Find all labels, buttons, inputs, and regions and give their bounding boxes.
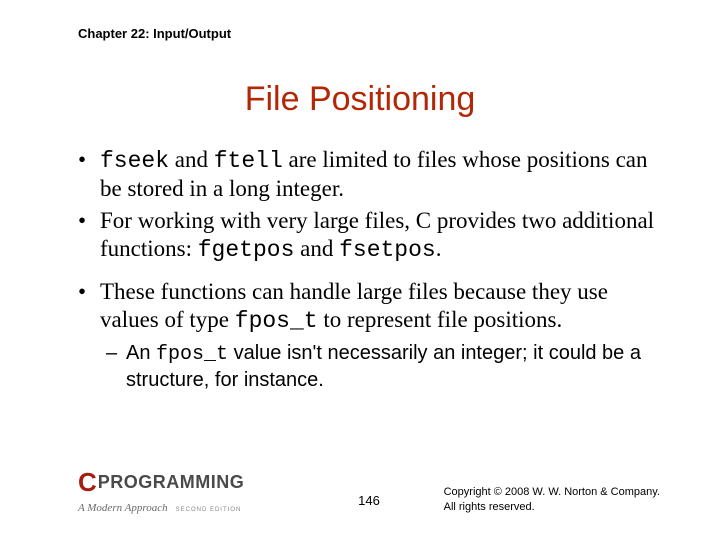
logo-subtitle: A Modern Approach (78, 502, 168, 514)
text: and (294, 236, 339, 261)
code-fseek: fseek (100, 148, 169, 174)
slide-title: File Positioning (0, 80, 720, 119)
footer: C PROGRAMMING A Modern Approach SECOND E… (78, 474, 660, 522)
logo-programming: PROGRAMMING (98, 472, 245, 493)
bullet-3: These functions can handle large files b… (78, 278, 660, 335)
code-fpos-t: fpos_t (235, 308, 318, 334)
logo-top-row: C PROGRAMMING (78, 467, 244, 498)
copyright-block: Copyright © 2008 W. W. Norton & Company.… (444, 485, 660, 514)
copyright-line-2: All rights reserved. (444, 500, 660, 514)
bullet-1: fseek and ftell are limited to files who… (78, 146, 660, 203)
code-fgetpos: fgetpos (198, 237, 295, 263)
text: An (126, 342, 156, 364)
text: to represent file positions. (318, 307, 563, 332)
copyright-line-1: Copyright © 2008 W. W. Norton & Company. (444, 485, 660, 499)
logo-edition: SECOND EDITION (176, 507, 242, 513)
content-area: fseek and ftell are limited to files who… (78, 146, 660, 392)
chapter-header: Chapter 22: Input/Output (78, 26, 231, 41)
code-fpos-t: fpos_t (156, 343, 228, 366)
code-ftell: ftell (214, 148, 283, 174)
bullet-2: For working with very large files, C pro… (78, 207, 660, 264)
text: . (436, 236, 442, 261)
logo-c-letter: C (78, 467, 96, 498)
sub-bullet-1: An fpos_t value isn't necessarily an int… (78, 341, 660, 392)
logo-bottom-row: A Modern Approach SECOND EDITION (78, 498, 244, 516)
page-number: 146 (358, 493, 380, 508)
book-logo: C PROGRAMMING A Modern Approach SECOND E… (78, 467, 244, 516)
text: and (169, 147, 214, 172)
code-fsetpos: fsetpos (339, 237, 436, 263)
